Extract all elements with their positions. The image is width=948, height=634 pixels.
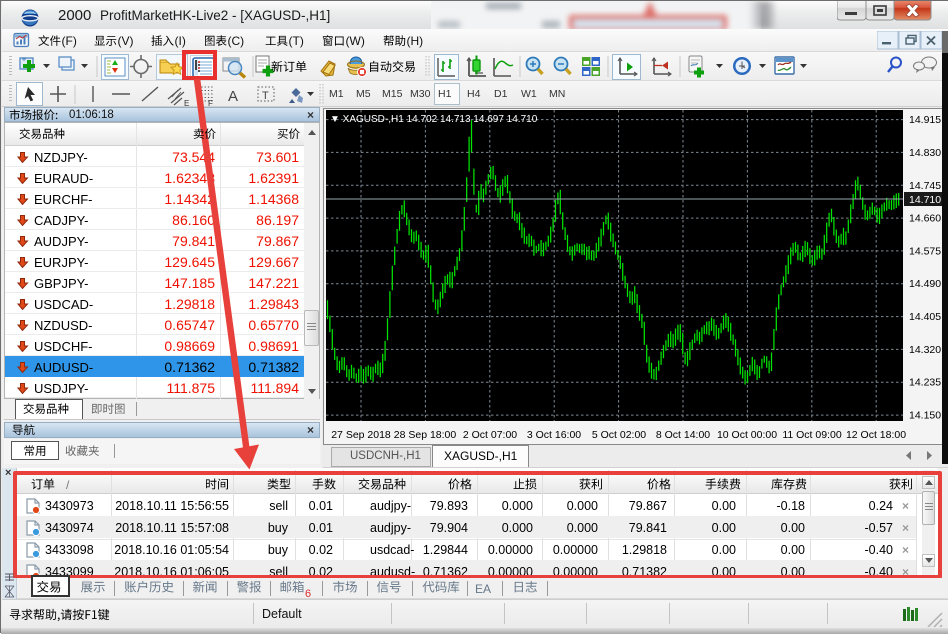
svg-text:28 Sep 18:00: 28 Sep 18:00: [394, 429, 457, 441]
svg-text:14.235: 14.235: [909, 377, 941, 389]
svg-text:14.830: 14.830: [909, 147, 941, 159]
svg-text:11 Oct 09:00: 11 Oct 09:00: [782, 429, 842, 441]
svg-text:10 Oct 00:00: 10 Oct 00:00: [717, 429, 777, 441]
svg-text:5 Oct 02:00: 5 Oct 02:00: [592, 429, 646, 441]
svg-text:14.745: 14.745: [909, 180, 941, 192]
svg-text:8 Oct 14:00: 8 Oct 14:00: [656, 429, 710, 441]
svg-text:3 Oct 16:00: 3 Oct 16:00: [527, 429, 581, 441]
svg-text:14.575: 14.575: [909, 245, 941, 257]
svg-text:14.405: 14.405: [909, 311, 941, 323]
svg-text:12 Oct 18:00: 12 Oct 18:00: [846, 429, 906, 441]
svg-text:27 Sep 2018: 27 Sep 2018: [331, 429, 391, 441]
svg-text:14.915: 14.915: [909, 114, 941, 126]
svg-text:2 Oct 07:00: 2 Oct 07:00: [463, 429, 517, 441]
svg-text:▼ XAGUSD-,H1 14.702 14.713 14.: ▼ XAGUSD-,H1 14.702 14.713 14.697 14.710: [330, 114, 538, 125]
svg-text:14.710: 14.710: [909, 194, 941, 206]
svg-text:14.320: 14.320: [909, 344, 941, 356]
svg-text:14.150: 14.150: [909, 410, 941, 422]
svg-text:14.660: 14.660: [909, 213, 941, 225]
svg-text:14.490: 14.490: [909, 278, 941, 290]
